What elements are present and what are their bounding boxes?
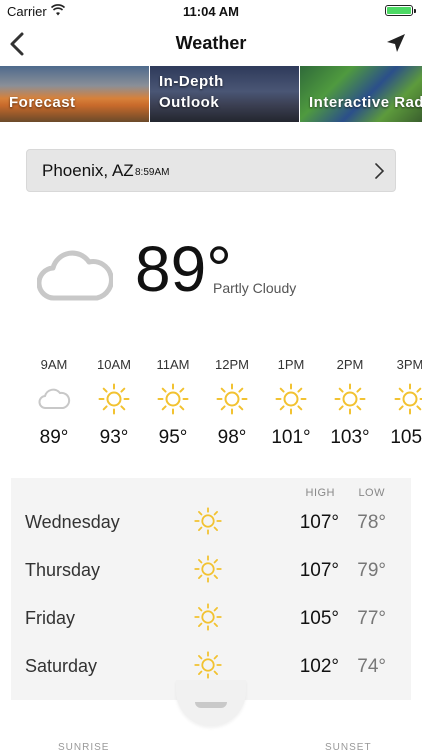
hour-time: 1PM xyxy=(277,357,305,372)
hour-time: 10AM xyxy=(97,357,131,372)
expand-handle[interactable] xyxy=(176,680,246,726)
sunset-label: SUNSET xyxy=(325,742,372,753)
tab-label: Forecast xyxy=(9,94,76,111)
low-header: LOW xyxy=(358,487,385,499)
day-name: Wednesday xyxy=(25,512,120,532)
sun-icon xyxy=(274,382,308,416)
daily-row[interactable]: Thursday 107° 79° xyxy=(11,548,411,596)
hour-temp: 89° xyxy=(39,427,69,448)
hourly-item: 10AM 93° xyxy=(84,356,144,449)
sunrise-label: SUNRISE xyxy=(58,742,110,753)
tab-in-depth-outlook[interactable]: In-Depth Outlook xyxy=(150,66,299,122)
hour-temp: 101° xyxy=(271,427,311,448)
location-selector[interactable]: Phoenix, AZ 8:59AM xyxy=(26,149,396,192)
day-high: 102° xyxy=(299,656,339,677)
hourly-forecast[interactable]: 9AM 89° 10AM 93° 11AM 95° 12PM 98° 1PM 1… xyxy=(0,356,422,456)
hourly-item: 9AM 89° xyxy=(24,356,84,449)
tab-bar: Forecast In-Depth Outlook Interactive Ra… xyxy=(0,66,422,122)
tab-interactive-radar[interactable]: Interactive Radar xyxy=(300,66,422,122)
sun-icon xyxy=(393,382,422,416)
hourly-item: 3PM 105° xyxy=(380,356,422,449)
sun-icon xyxy=(193,650,223,680)
day-high: 105° xyxy=(299,608,339,629)
current-condition: Partly Cloudy xyxy=(213,280,297,296)
day-name: Saturday xyxy=(25,656,98,676)
day-name: Friday xyxy=(25,608,76,628)
hour-time: 11AM xyxy=(156,357,190,372)
day-low: 79° xyxy=(357,560,386,581)
sun-icon xyxy=(193,554,223,584)
hour-time: 3PM xyxy=(396,357,422,372)
chevron-right-icon xyxy=(375,163,385,179)
sun-icon xyxy=(156,382,190,416)
day-low: 78° xyxy=(357,512,386,533)
battery-icon xyxy=(385,5,416,16)
daily-row[interactable]: Wednesday 107° 78° xyxy=(11,500,411,548)
status-bar: Carrier 11:04 AM xyxy=(0,0,422,22)
day-high: 107° xyxy=(299,560,339,581)
hour-temp: 93° xyxy=(99,427,129,448)
tab-label: Interactive Radar xyxy=(309,94,422,111)
hour-time: 2PM xyxy=(336,357,364,372)
hour-temp: 105° xyxy=(390,427,422,448)
daily-forecast: HIGH LOW Wednesday 107° 78° Thursday 107… xyxy=(11,478,411,700)
daily-row[interactable]: Friday 105° 77° xyxy=(11,596,411,644)
sun-icon xyxy=(97,382,131,416)
cloud-icon xyxy=(37,250,113,301)
sun-icon xyxy=(215,382,249,416)
tab-forecast[interactable]: Forecast xyxy=(0,66,149,122)
location-city: Phoenix, AZ xyxy=(42,161,134,180)
status-time: 11:04 AM xyxy=(183,4,239,19)
cloud-icon xyxy=(38,388,71,409)
hour-temp: 95° xyxy=(158,427,188,448)
sun-icon xyxy=(193,602,223,632)
sun-icon xyxy=(193,506,223,536)
hourly-item: 2PM 103° xyxy=(320,356,380,449)
high-header: HIGH xyxy=(305,487,335,499)
day-low: 74° xyxy=(357,656,386,677)
hour-time: 12PM xyxy=(215,357,249,372)
day-low: 77° xyxy=(357,608,386,629)
hourly-item: 11AM 95° xyxy=(143,356,203,449)
navigation-bar: Weather xyxy=(0,22,422,66)
hourly-item: 1PM 101° xyxy=(261,356,321,449)
location-local-time: 8:59AM xyxy=(135,167,170,178)
page-title: Weather xyxy=(175,33,247,53)
hour-temp: 103° xyxy=(330,427,370,448)
hour-time: 9AM xyxy=(40,357,68,372)
location-arrow-icon[interactable] xyxy=(384,31,408,55)
chevron-down-icon xyxy=(195,702,227,708)
tab-label: In-Depth Outlook xyxy=(159,73,224,111)
day-name: Thursday xyxy=(25,560,101,580)
day-high: 107° xyxy=(299,512,339,533)
hour-temp: 98° xyxy=(217,427,247,448)
sun-icon xyxy=(333,382,367,416)
hourly-item: 12PM 98° xyxy=(202,356,262,449)
